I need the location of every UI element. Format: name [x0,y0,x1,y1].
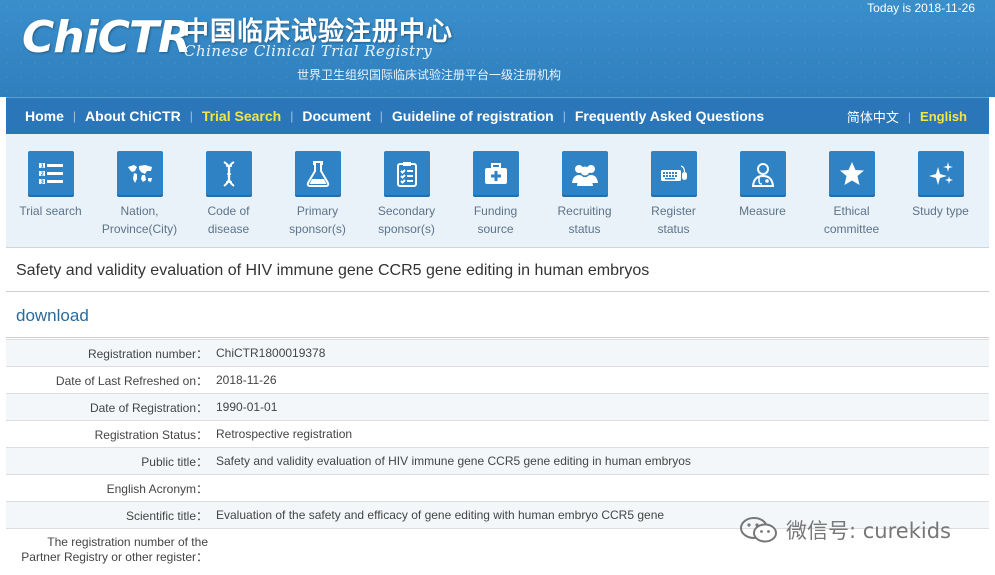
table-row: Date of Registration： 1990-01-01 [6,393,989,421]
main-nav: Home | About ChiCTR | Trial Search | Doc… [6,97,989,134]
field-value: ChiCTR1800019378 [212,339,989,367]
sparkles-icon [917,151,964,197]
list-icon: 1 2 3 [27,151,74,197]
medical-kit-icon [472,151,519,197]
field-label: Date of Registration： [6,393,212,421]
nav-separator: | [379,109,383,123]
category-label: source [477,222,514,236]
table-row: English Acronym： [6,474,989,502]
field-label: Public title： [6,447,212,475]
category-label: sponsor(s) [289,222,346,236]
category-ethical-committee[interactable]: Ethical committee [807,151,896,238]
chictr-logo[interactable]: ChiCTR [22,10,192,66]
category-label: Funding [473,204,518,218]
nav-faq[interactable]: Frequently Asked Questions [575,108,764,124]
category-label: status [657,222,690,236]
svg-text:2: 2 [40,172,44,178]
today-date: Today is 2018-11-26 [867,1,975,15]
category-study-type[interactable]: Study type [896,151,985,220]
site-header: ChiCTR 中国临床试验注册中心 Chinese Clinical Trial… [0,0,995,97]
doctor-icon [739,151,786,197]
world-map-icon [116,151,163,197]
category-secondary-sponsor[interactable]: Secondary sponsor(s) [362,151,451,238]
category-label: Measure [739,204,786,218]
category-label: Ethical [833,204,870,218]
category-label: sponsor(s) [378,222,435,236]
site-title-english: Chinese Clinical Trial Registry [184,42,433,60]
category-label: Trial search [19,204,82,218]
category-icon-bar: 123 Trial search Nation, Province(City) … [6,134,989,248]
dna-icon [205,151,252,197]
lang-english-link[interactable]: English [920,109,967,124]
nav-about[interactable]: About ChiCTR [85,108,181,124]
nav-document[interactable]: Document [302,108,370,124]
category-code-of-disease[interactable]: Code of disease [184,151,273,238]
category-label: Secondary [377,204,436,218]
field-label: The registration number of the Partner R… [6,528,212,571]
lang-chinese-link[interactable]: 简体中文 [847,107,899,126]
clipboard-icon [383,151,430,197]
category-label: Primary [296,204,339,218]
category-label: Study type [912,204,969,218]
nav-separator: | [72,109,77,123]
category-label: committee [823,222,880,236]
category-label: Recruiting [557,204,612,218]
nav-trial-search[interactable]: Trial Search [202,108,281,124]
field-label-line: The registration number of the [47,534,208,549]
svg-text:3: 3 [40,180,44,186]
nav-separator: | [189,109,193,123]
nav-home[interactable]: Home [25,108,64,124]
category-label: status [568,222,601,236]
field-value: 1990-01-01 [212,393,989,421]
category-label: disease [207,222,250,236]
flask-icon [294,151,341,197]
table-row: Registration number： ChiCTR1800019378 [6,339,989,367]
nav-separator: | [907,109,912,124]
field-label: Registration Status： [6,420,212,448]
category-funding-source[interactable]: Funding source [451,151,540,238]
keyboard-mouse-icon [650,151,697,197]
category-register-status[interactable]: Register status [629,151,718,238]
site-subtitle: 世界卫生组织国际临床试验注册平台一级注册机构 [297,68,562,82]
language-switcher: 简体中文 | English [847,98,967,135]
people-icon [561,151,608,197]
download-link[interactable]: download [16,306,89,325]
nav-guideline[interactable]: Guideline of registration [392,108,554,124]
watermark-text: 微信号: curekids [786,519,951,543]
category-measure[interactable]: Measure [718,151,807,220]
nav-separator: | [562,109,566,123]
category-label: Nation, [120,204,159,218]
download-row: download [6,292,989,338]
category-label: Code of [207,204,250,218]
table-row: Public title： Safety and validity evalua… [6,447,989,475]
wechat-logo-icon [740,517,777,543]
field-label: Date of Last Refreshed on： [6,366,212,394]
category-recruiting-status[interactable]: Recruiting status [540,151,629,238]
table-row: Registration Status： Retrospective regis… [6,420,989,448]
category-trial-search[interactable]: 1 2 3 Trial search [6,151,95,220]
wechat-watermark: 微信号: curekids [738,515,951,545]
trial-title: Safety and validity evaluation of HIV im… [6,249,989,292]
table-row: Date of Last Refreshed on： 2018-11-26 [6,366,989,394]
category-primary-sponsor[interactable]: Primary sponsor(s) [273,151,362,238]
star-icon [828,151,875,197]
field-label: Scientific title： [6,501,212,529]
category-label: Province(City) [101,222,178,236]
field-label-line: Partner Registry or other register： [21,549,208,564]
field-label: English Acronym： [6,474,212,502]
field-value [212,474,989,502]
field-value: Retrospective registration [212,420,989,448]
field-label: Registration number： [6,339,212,367]
field-value: Safety and validity evaluation of HIV im… [212,447,989,475]
category-label: Register [651,204,696,218]
category-nation-province[interactable]: Nation, Province(City) [95,151,184,238]
field-value: 2018-11-26 [212,366,989,394]
svg-text:1: 1 [40,164,44,170]
nav-separator: | [290,109,294,123]
